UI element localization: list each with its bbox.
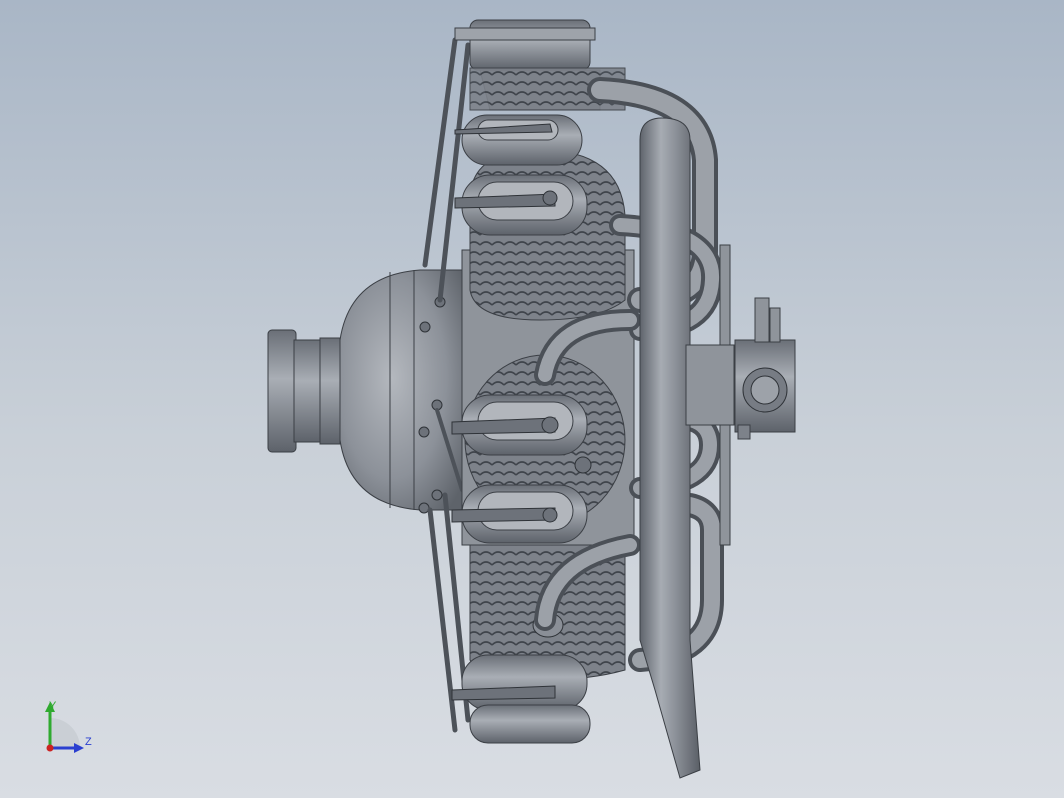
rocker-box-1	[454, 114, 583, 166]
rocker-box-2	[454, 174, 588, 236]
propeller-hub	[267, 329, 341, 453]
y-axis-label: Y	[49, 700, 57, 712]
graphics-viewport[interactable]: Y Z	[0, 0, 1064, 798]
z-axis-label: Z	[85, 736, 92, 748]
cylinder-bottom	[451, 544, 626, 744]
radial-engine-model[interactable]	[0, 0, 1064, 798]
manifold-tube	[639, 117, 701, 779]
crankcase-dome	[339, 269, 471, 514]
cylinder-top	[454, 19, 626, 321]
origin-dot	[46, 744, 54, 752]
coordinate-triad: Y Z	[45, 700, 92, 753]
